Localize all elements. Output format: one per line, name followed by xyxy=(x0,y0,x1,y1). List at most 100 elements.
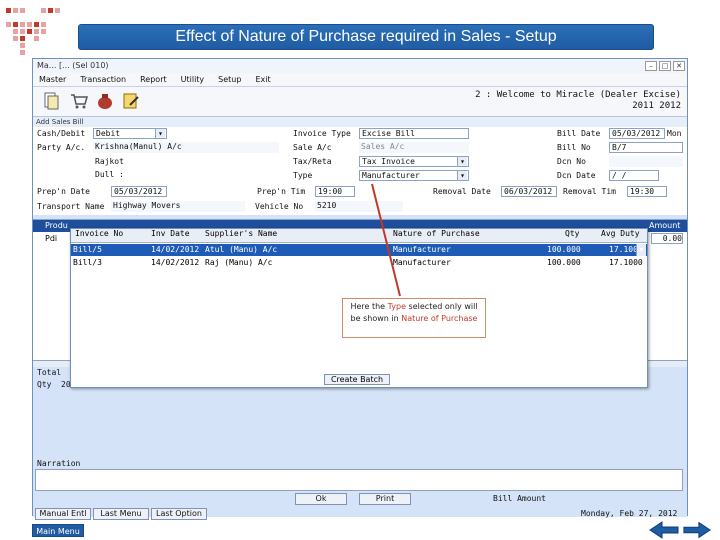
cart-icon[interactable] xyxy=(69,91,89,111)
decorative-dot xyxy=(13,22,18,27)
row-date: 14/02/2012 xyxy=(151,245,200,254)
invoice-type-field[interactable]: Excise Bill xyxy=(359,128,469,139)
row-date: 14/02/2012 xyxy=(151,258,200,267)
decorative-dot xyxy=(20,29,25,34)
menu-exit[interactable]: Exit xyxy=(255,73,270,86)
popup-header: Invoice No Inv Date Supplier's Name Natu… xyxy=(71,229,647,243)
decorative-dot xyxy=(13,8,18,13)
manual-entry-button[interactable]: Manual Entl xyxy=(35,508,91,520)
callout-text: Here the xyxy=(350,302,388,311)
removal-date-field[interactable]: 06/03/2012 xyxy=(501,186,557,197)
notepad-icon[interactable] xyxy=(121,91,141,111)
decorative-dot xyxy=(55,8,60,13)
vehicle-label: Vehicle No xyxy=(255,202,304,211)
party-field[interactable]: Krishna(Manul) A/c xyxy=(93,142,279,153)
form-header: Add Sales Bill xyxy=(33,117,687,127)
menu-transaction[interactable]: Transaction xyxy=(80,73,126,86)
window-title: Ma... [... (Sel 010) xyxy=(33,59,687,73)
back-arrow-icon[interactable] xyxy=(648,520,680,540)
last-option-button[interactable]: Last Option xyxy=(151,508,207,520)
prep-date-label: Prep'n Date xyxy=(37,187,90,196)
callout-highlight-nature: Nature of Purchase xyxy=(401,314,478,323)
document-icon[interactable] xyxy=(41,91,61,111)
bill-day-text: Mon xyxy=(667,129,682,138)
qty-label: Qty xyxy=(37,380,52,389)
party-label: Party A/c. xyxy=(37,143,86,152)
money-bag-icon[interactable] xyxy=(95,91,115,111)
popup-row[interactable]: Bill/5 14/02/2012 Atul (Manu) A/c Manufa… xyxy=(71,244,647,256)
forward-arrow-icon[interactable] xyxy=(682,520,712,540)
tax-select[interactable]: Tax Invoice xyxy=(359,156,469,167)
welcome-text: 2 : Welcome to Miracle (Dealer Excise) xyxy=(475,90,681,100)
invoice-type-label: Invoice Type xyxy=(293,129,351,138)
bill-date-field[interactable]: 05/03/2012 xyxy=(609,128,665,139)
narration-label: Narration xyxy=(37,459,81,468)
row-duty: 17.1000 xyxy=(609,245,643,254)
decorative-dot xyxy=(20,8,25,13)
dcn-no-field[interactable] xyxy=(609,156,683,167)
close-button[interactable]: ✕ xyxy=(673,61,685,71)
decorative-dot xyxy=(13,29,18,34)
row-supplier: Atul (Manu) A/c xyxy=(205,245,278,254)
bill-date-label: Bill Date xyxy=(557,129,601,138)
popup-row[interactable]: Bill/3 14/02/2012 Raj (Manu) A/c Manufac… xyxy=(71,257,647,269)
menu-report[interactable]: Report xyxy=(140,73,167,86)
callout-text: be shown in xyxy=(350,314,402,323)
dcn-no-label: Dcn No xyxy=(557,157,586,166)
menu-master[interactable]: Master xyxy=(39,73,66,86)
decorative-dot xyxy=(34,29,39,34)
city-text: Rajkot xyxy=(95,157,124,166)
cash-debit-select[interactable]: Debit xyxy=(93,128,167,139)
menu-utility[interactable]: Utility xyxy=(181,73,205,86)
row-qty: 100.000 xyxy=(547,245,581,254)
removal-date-label: Removal Date xyxy=(433,187,491,196)
removal-time-field[interactable]: 19:30 xyxy=(627,186,667,197)
last-menu-button[interactable]: Last Menu xyxy=(93,508,149,520)
menu-setup[interactable]: Setup xyxy=(218,73,241,86)
decorative-dot xyxy=(6,8,11,13)
window-controls: – □ ✕ xyxy=(645,61,685,71)
decorative-dot xyxy=(34,36,39,41)
grid-cell-product[interactable]: Pdi xyxy=(45,234,57,243)
narration-field[interactable] xyxy=(35,469,683,491)
lower-panel: Total Qty 20 Narration Ok Print Bill Amo… xyxy=(33,367,687,520)
col-invoice-no: Invoice No xyxy=(75,229,124,238)
row-supplier: Raj (Manu) A/c xyxy=(205,258,273,267)
menu-bar: Master Transaction Report Utility Setup … xyxy=(33,73,687,87)
dcn-date-field[interactable]: / / xyxy=(609,170,659,181)
total-label: Total xyxy=(37,368,62,377)
ok-button[interactable]: Ok xyxy=(295,493,347,505)
grid-cell-amount[interactable]: 0.00 xyxy=(651,233,683,244)
create-batch-button[interactable]: Create Batch xyxy=(324,374,390,385)
bill-no-label: Bill No xyxy=(557,143,591,152)
minimize-button[interactable]: – xyxy=(645,61,657,71)
callout-highlight-type: Type xyxy=(387,302,407,311)
decorative-dot xyxy=(20,43,25,48)
row-duty: 17.1000 xyxy=(609,258,643,267)
cash-debit-label: Cash/Debit xyxy=(37,129,86,138)
sale-ac-field[interactable]: Sales A/c xyxy=(359,142,469,153)
removal-time-label: Removal Tim xyxy=(563,187,616,196)
decorative-dot xyxy=(27,29,32,34)
decorative-dot xyxy=(6,22,11,27)
main-menu-button[interactable]: Main Menu xyxy=(32,524,84,537)
callout-line-2: be shown in Nature of Purchase xyxy=(343,313,485,325)
row-qty: 100.000 xyxy=(547,258,581,267)
decorative-dot xyxy=(41,29,46,34)
prep-date-field[interactable]: 05/03/2012 xyxy=(111,186,167,197)
maximize-button[interactable]: □ xyxy=(659,61,671,71)
annotation-callout: Here the Type selected only will be show… xyxy=(342,298,486,338)
grid-col-amount: Amount xyxy=(649,221,681,230)
prep-time-field[interactable]: 19:00 xyxy=(315,186,355,197)
tax-label: Tax/Reta xyxy=(293,157,332,166)
status-date: Monday, Feb 27, 2012 xyxy=(581,509,678,518)
print-button[interactable]: Print xyxy=(359,493,411,505)
bill-no-field[interactable]: B/7 xyxy=(609,142,683,153)
bill-amount-label: Bill Amount xyxy=(493,494,546,503)
col-qty: Qty xyxy=(565,229,580,238)
slide-title: Effect of Nature of Purchase required in… xyxy=(78,24,654,50)
dull-label: Dull : xyxy=(95,170,124,179)
transport-field[interactable]: Highway Movers xyxy=(111,201,245,212)
dcn-date-label: Dcn Date xyxy=(557,171,596,180)
decorative-dot xyxy=(41,8,46,13)
